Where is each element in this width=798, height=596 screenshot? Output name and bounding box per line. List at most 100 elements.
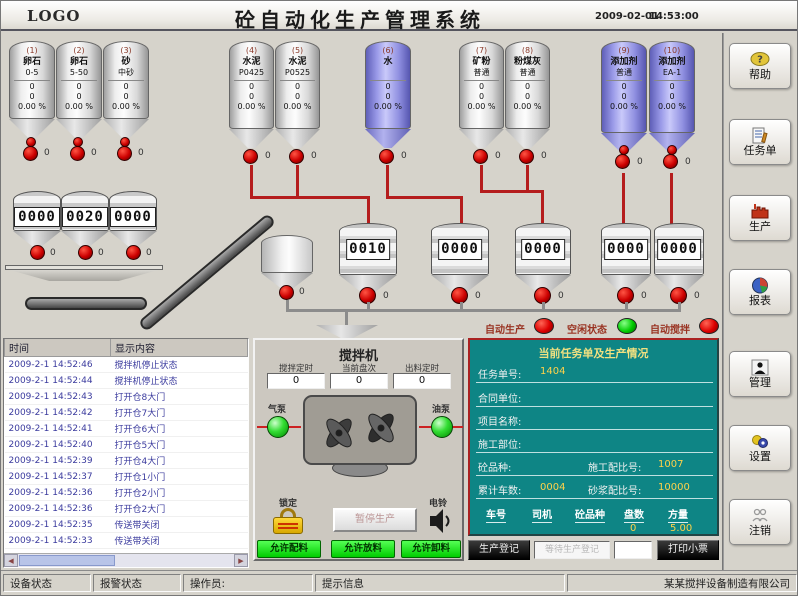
allow-discharge-button[interactable]: 允许卸料 [401, 540, 461, 558]
table-row[interactable]: 2009-2-1 14:52:36打开仓2小门 [5, 485, 248, 501]
silo-spec: 普通 [460, 68, 503, 78]
mixing-timer-field[interactable]: 0 [267, 373, 325, 389]
print-ticket-button[interactable]: 打印小票 [657, 540, 719, 560]
silo-value: 0 [104, 82, 148, 92]
valve[interactable] [117, 146, 132, 161]
divider [476, 452, 713, 453]
table-row[interactable]: 2009-2-1 14:52:37打开仓1小门 [5, 469, 248, 485]
silo-material: 粉煤灰 [506, 56, 549, 68]
discharge-timer-field[interactable]: 0 [393, 373, 451, 389]
table-row[interactable]: 2009-2-1 14:52:44搅拌机停止状态 [5, 373, 248, 389]
silo-percent: 0.00 % [57, 102, 101, 112]
silo-percent: 0.00 % [230, 102, 273, 112]
table-row[interactable]: 2009-2-1 14:52:41打开仓6大门 [5, 421, 248, 437]
silo-value: 0 [230, 92, 273, 102]
table-row[interactable]: 2009-2-1 14:52:43打开仓8大门 [5, 389, 248, 405]
pipe [541, 193, 544, 225]
silo-material: 矿粉 [460, 56, 503, 68]
table-row[interactable]: 2009-2-1 14:52:46搅拌机停止状态 [5, 357, 248, 373]
log-message: 打开仓2大门 [111, 501, 248, 517]
valve[interactable] [379, 149, 394, 164]
help-icon: ? [750, 51, 770, 68]
site-label: 施工部位: [478, 436, 521, 451]
sidebar-button-help[interactable]: ? 帮助 [729, 43, 791, 89]
silo-number: (3) [104, 42, 148, 56]
silo-spec: EA-1 [650, 68, 694, 78]
table-row[interactable]: 2009-2-1 14:52:36打开仓2大门 [5, 501, 248, 517]
table-row[interactable]: 2009-2-1 14:52:33传送带关闭 [5, 533, 248, 549]
scroll-right-arrow[interactable]: ▶ [234, 554, 248, 567]
log-message: 搅拌机停止状态 [111, 357, 248, 373]
pipe [678, 302, 681, 309]
valve[interactable] [663, 154, 678, 169]
silo-percent: 0.00 % [10, 102, 54, 112]
log-message: 打开仓8大门 [111, 389, 248, 405]
silo-value: 0 [10, 82, 54, 92]
silo-value: 0 [366, 82, 410, 92]
valve[interactable] [519, 149, 534, 164]
sidebar-button-report[interactable]: 报表 [729, 269, 791, 315]
valve[interactable] [126, 245, 141, 260]
valve-value: 0 [558, 291, 564, 301]
weight-display: 0000 [438, 239, 482, 260]
air-pump-label: 气泵 [268, 402, 286, 415]
indicator-label: 空闲状态 [567, 321, 607, 336]
scroll-left-arrow[interactable]: ◀ [4, 554, 18, 567]
silo-funnel [103, 119, 149, 139]
silo-number: (6) [366, 42, 410, 56]
production-register-button[interactable]: 生产登记 [468, 540, 530, 560]
sidebar-button-settings[interactable]: 设置 [729, 425, 791, 471]
valve-value: 0 [641, 291, 647, 301]
weight-display: 0000 [521, 239, 565, 260]
log-time: 2009-2-1 14:52:42 [5, 405, 111, 421]
table-row[interactable]: 2009-2-1 14:52:42打开仓7大门 [5, 405, 248, 421]
valve[interactable] [289, 149, 304, 164]
log-time: 2009-2-1 14:52:39 [5, 453, 111, 469]
water-weigh-hopper: 0000 0 [431, 223, 489, 293]
silo-9: (9)添加剂普通000.00 % 0 [601, 41, 647, 153]
silo-spec: 0-5 [10, 68, 54, 78]
mixer-blades-icon [305, 397, 415, 463]
silo-value: 0 [57, 92, 101, 102]
scrollbar-thumb[interactable] [19, 555, 115, 566]
pipe [367, 199, 370, 225]
valve-value: 0 [401, 151, 407, 161]
pause-production-button[interactable]: 暂停生产 [333, 508, 417, 532]
table-row[interactable]: 2009-2-1 14:52:35传送带关闭 [5, 517, 248, 533]
valve[interactable] [615, 154, 630, 169]
current-batch-field[interactable]: 0 [330, 373, 388, 389]
pipe [480, 190, 544, 193]
valve[interactable] [473, 149, 488, 164]
log-message: 打开仓7大门 [111, 405, 248, 421]
divider [476, 406, 713, 407]
valve[interactable] [70, 146, 85, 161]
table-row[interactable]: 2009-2-1 14:52:39打开仓4大门 [5, 453, 248, 469]
silo-number: (1) [10, 42, 54, 56]
valve[interactable] [243, 149, 258, 164]
log-horizontal-scrollbar[interactable]: ◀ ▶ [4, 553, 248, 567]
mortar-ratio-label: 砂浆配比号: [588, 482, 641, 497]
silo-value: 0 [602, 82, 646, 92]
sidebar-button-management[interactable]: 管理 [729, 351, 791, 397]
sidebar-button-tasklist[interactable]: 任务单 [729, 119, 791, 165]
valve[interactable] [279, 285, 294, 300]
sidebar-button-logout[interactable]: 注销 [729, 499, 791, 545]
allow-batching-button[interactable]: 允许配料 [257, 540, 321, 558]
silo-value: 0 [460, 82, 503, 92]
production-input[interactable] [614, 541, 652, 559]
powder-weigh-hopper: 0000 0 [515, 223, 571, 293]
oil-pump-label: 油泵 [432, 402, 450, 415]
table-row[interactable]: 2009-2-1 14:52:40打开仓5大门 [5, 437, 248, 453]
valve-value: 0 [475, 291, 481, 301]
valve[interactable] [30, 245, 45, 260]
allow-release-button[interactable]: 允许放料 [331, 540, 395, 558]
cell-volume: 5.00 [670, 523, 692, 534]
valve-value: 0 [694, 291, 700, 301]
valve[interactable] [23, 146, 38, 161]
valve[interactable] [78, 245, 93, 260]
log-message: 打开仓4大门 [111, 453, 248, 469]
silo-value: 0 [460, 92, 503, 102]
sidebar-button-production[interactable]: 生产 [729, 195, 791, 241]
order-number-value: 1404 [540, 366, 565, 377]
waiting-register-field[interactable]: 等待生产登记 [534, 541, 610, 559]
